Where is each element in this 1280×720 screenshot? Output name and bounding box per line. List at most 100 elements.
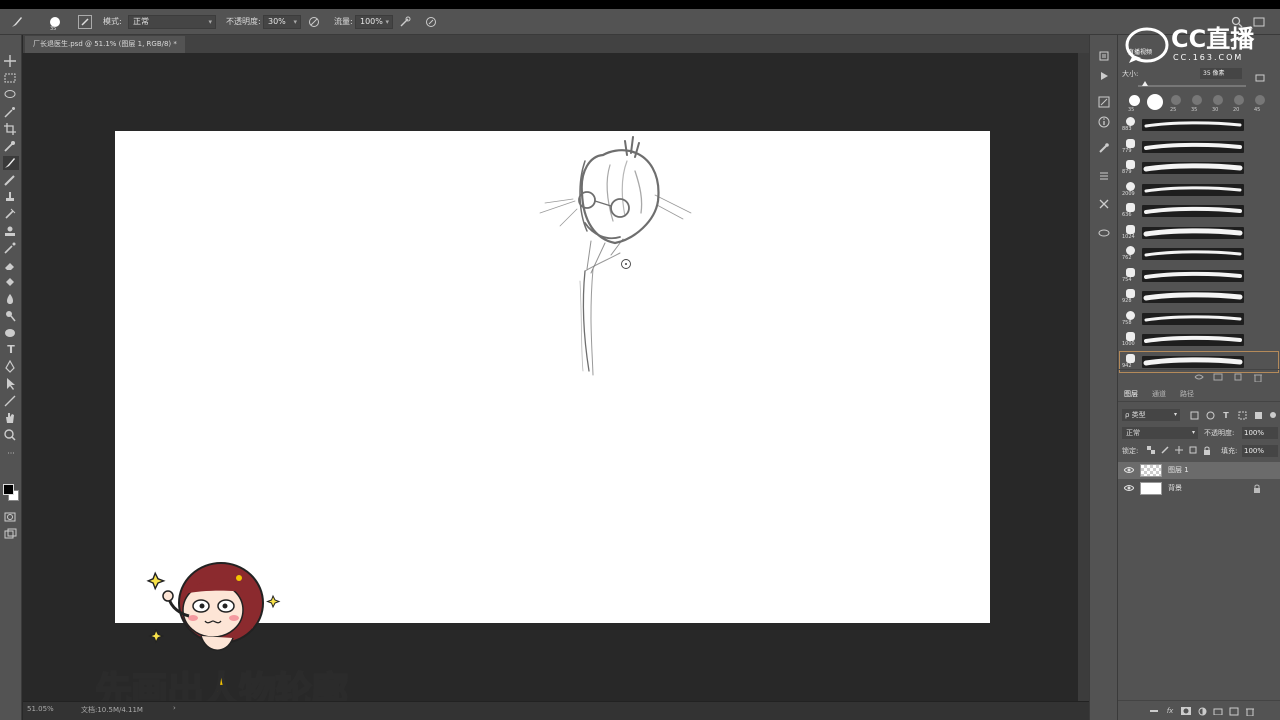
- brush-tool-icon[interactable]: [3, 156, 19, 170]
- tool-presets-icon[interactable]: [1097, 197, 1111, 211]
- lock-transparent-icon[interactable]: [1146, 445, 1156, 455]
- tab-paths[interactable]: 路径: [1180, 387, 1194, 401]
- slider-handle-icon[interactable]: [1142, 81, 1148, 86]
- new-layer-icon[interactable]: [1228, 705, 1240, 717]
- eye-icon[interactable]: [1124, 465, 1134, 475]
- flow-field[interactable]: 100% ▾: [355, 15, 393, 29]
- document-tab[interactable]: 厂长退医生.psd @ 51.1% (图层 1, RGB/8) *: [25, 36, 185, 53]
- crop-tool-icon[interactable]: [3, 122, 19, 136]
- layer-fill-field[interactable]: 100%: [1242, 445, 1278, 457]
- actions-play-icon[interactable]: [1097, 69, 1111, 83]
- new-brush-icon[interactable]: [1232, 372, 1244, 382]
- layer-style-icon[interactable]: fx: [1164, 705, 1176, 717]
- adjustments-icon[interactable]: [1097, 169, 1111, 183]
- dodge-tool-icon[interactable]: [3, 309, 19, 323]
- lasso-tool-icon[interactable]: [3, 88, 19, 102]
- trash-icon[interactable]: [1244, 705, 1256, 717]
- document-canvas[interactable]: [115, 131, 990, 623]
- brush-list-item[interactable]: 636: [1120, 201, 1278, 221]
- paint-bucket-icon[interactable]: [3, 275, 19, 289]
- brush-preset-thumb[interactable]: [1145, 93, 1165, 115]
- more-tools-icon[interactable]: ···: [3, 449, 19, 463]
- path-selection-icon[interactable]: [3, 377, 19, 391]
- pressure-opacity-icon[interactable]: [307, 15, 321, 29]
- zoom-tool-icon[interactable]: [3, 428, 19, 442]
- new-group-icon[interactable]: [1212, 705, 1224, 717]
- brush-panel-toggle-icon[interactable]: [78, 15, 92, 29]
- line-tool-icon[interactable]: [3, 394, 19, 408]
- brush-list-item[interactable]: 1000: [1120, 330, 1278, 350]
- brush-settings-icon[interactable]: [1097, 95, 1111, 109]
- add-mask-icon[interactable]: [1180, 705, 1192, 717]
- brush-preset-thumb[interactable]: 35: [1124, 93, 1144, 115]
- eraser-icon[interactable]: [3, 258, 19, 272]
- status-menu-icon[interactable]: ›: [173, 704, 176, 712]
- blend-mode-select[interactable]: 正常 ▾: [1122, 427, 1198, 439]
- cloud-libraries-icon[interactable]: [1097, 225, 1111, 239]
- trash-icon[interactable]: [1252, 372, 1264, 382]
- eyedropper-icon[interactable]: [3, 139, 19, 153]
- tab-channels[interactable]: 通道: [1152, 387, 1166, 401]
- layer-row[interactable]: 背景: [1118, 480, 1280, 497]
- adjustment-layer-icon[interactable]: [1196, 705, 1208, 717]
- history-panel-icon[interactable]: [1097, 49, 1111, 63]
- brush-preset-thumb[interactable]: 35: [1187, 93, 1207, 115]
- hand-tool-icon[interactable]: [3, 411, 19, 425]
- brush-list-item[interactable]: 762: [1120, 244, 1278, 264]
- pressure-size-icon[interactable]: [424, 15, 438, 29]
- brushes-panel-icon[interactable]: [1097, 141, 1111, 155]
- clone-stamp-icon[interactable]: [3, 190, 19, 204]
- brush-tool-icon[interactable]: [8, 14, 26, 30]
- airbrush-icon[interactable]: [398, 15, 412, 29]
- lock-pixels-icon[interactable]: [1160, 445, 1170, 455]
- lock-position-icon[interactable]: [1174, 445, 1184, 455]
- brush-folder-icon[interactable]: [1254, 71, 1266, 83]
- filter-type-icon[interactable]: T: [1220, 409, 1232, 421]
- filter-toggle-icon[interactable]: [1268, 409, 1278, 421]
- lock-all-icon[interactable]: [1202, 445, 1212, 455]
- history-brush-icon[interactable]: [3, 207, 19, 221]
- brush-list-item[interactable]: 928: [1120, 287, 1278, 307]
- brush-preset-thumb[interactable]: 45: [1250, 93, 1270, 115]
- brush-preset-thumb[interactable]: 20: [1229, 93, 1249, 115]
- brush-list-item[interactable]: 1024: [1120, 223, 1278, 243]
- pencil-tool-icon[interactable]: [3, 173, 19, 187]
- filter-shape-icon[interactable]: [1236, 409, 1248, 421]
- brush-size-slider[interactable]: [1138, 85, 1246, 87]
- move-tool-icon[interactable]: [3, 54, 19, 68]
- mixer-brush-icon[interactable]: [3, 241, 19, 255]
- brush-list-item[interactable]: 758: [1120, 309, 1278, 329]
- layer-name[interactable]: 图层 1: [1168, 462, 1189, 479]
- mode-select[interactable]: 正常 ▾: [128, 15, 216, 29]
- canvas-workspace[interactable]: 先画出人物轮廓: [23, 53, 1078, 713]
- toggle-brush-panel-icon[interactable]: [1193, 372, 1205, 382]
- magic-wand-icon[interactable]: [3, 105, 19, 119]
- brush-list-item[interactable]: 2009: [1120, 180, 1278, 200]
- pen-tool-icon[interactable]: [3, 359, 19, 374]
- filter-smart-object-icon[interactable]: [1252, 409, 1264, 421]
- tab-layers[interactable]: 图层: [1124, 387, 1138, 401]
- blur-tool-icon[interactable]: [3, 292, 19, 306]
- brush-list-item[interactable]: 754: [1120, 266, 1278, 286]
- screen-mode-icon[interactable]: [3, 527, 19, 541]
- opacity-field[interactable]: 30% ▾: [263, 15, 301, 29]
- brush-list-item[interactable]: 883: [1120, 115, 1278, 135]
- sponge-icon[interactable]: [3, 326, 19, 340]
- brush-preset-thumb[interactable]: 25: [1166, 93, 1186, 115]
- brush-preset-thumb[interactable]: 30: [1208, 93, 1228, 115]
- lock-artboard-icon[interactable]: [1188, 445, 1198, 455]
- layer-filter-select[interactable]: ρ 类型 ▾: [1122, 409, 1180, 421]
- quick-mask-icon[interactable]: [3, 510, 19, 524]
- layer-row[interactable]: 图层 1: [1118, 462, 1280, 479]
- brush-size-field[interactable]: 35 像素: [1200, 68, 1242, 79]
- marquee-tool-icon[interactable]: [3, 71, 19, 85]
- brush-list-item[interactable]: 779: [1120, 137, 1278, 157]
- foreground-color-swatch[interactable]: [3, 484, 14, 495]
- eye-icon[interactable]: [1124, 483, 1134, 493]
- info-icon[interactable]: [1097, 115, 1111, 129]
- zoom-readout[interactable]: 51.05%: [27, 705, 54, 713]
- brush-list-item[interactable]: 879: [1120, 158, 1278, 178]
- new-group-icon[interactable]: [1212, 372, 1224, 382]
- link-layers-icon[interactable]: [1148, 705, 1160, 717]
- filter-adjustment-icon[interactable]: [1204, 409, 1216, 421]
